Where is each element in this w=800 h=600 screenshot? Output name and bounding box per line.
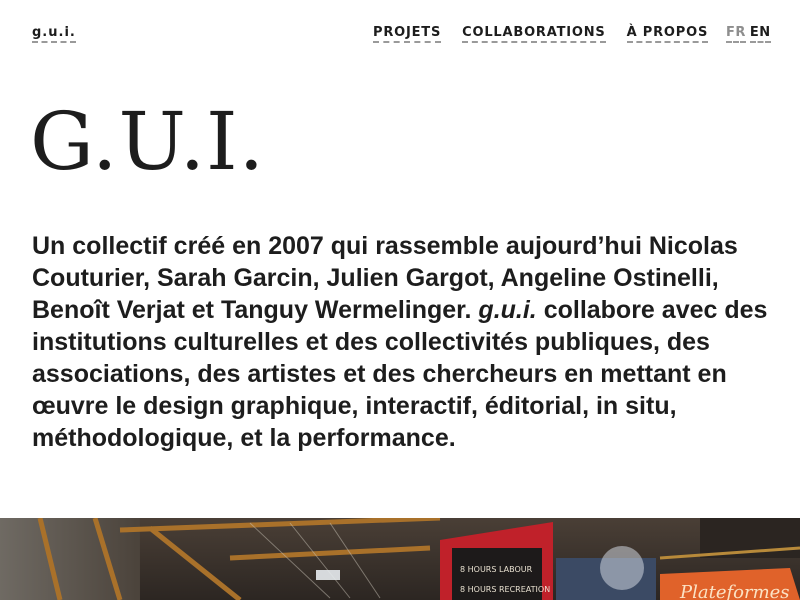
warehouse-photo-illustration: 8 HOURS LABOUR 8 HOURS RECREATION Platef…: [0, 518, 800, 600]
lang-link-en[interactable]: EN: [749, 25, 771, 43]
banner-line-1: 8 HOURS LABOUR: [460, 565, 533, 574]
intro-brand-emphasis: g.u.i.: [478, 296, 537, 324]
page-title: G.U.I.: [30, 95, 266, 188]
photo-skylight: [316, 570, 340, 580]
nav-link-projets[interactable]: PROJETS: [373, 25, 442, 43]
intro-paragraph: Un collectif créé en 2007 qui rassemble …: [32, 230, 772, 454]
top-bar: g.u.i. PROJETS COLLABORATIONS À PROPOS F…: [0, 0, 800, 66]
sign-text: Plateformes: [679, 582, 790, 600]
banner-line-2: 8 HOURS RECREATION: [460, 585, 550, 594]
nav-link-a-propos[interactable]: À PROPOS: [626, 25, 709, 43]
main-nav: PROJETS COLLABORATIONS À PROPOS: [373, 25, 729, 43]
home-link[interactable]: g.u.i.: [32, 25, 76, 43]
language-switcher: FR EN: [726, 25, 775, 43]
photo-left-wall: [0, 518, 140, 600]
hero-photo: 8 HOURS LABOUR 8 HOURS RECREATION Platef…: [0, 518, 800, 600]
nav-link-collaborations[interactable]: COLLABORATIONS: [462, 25, 606, 43]
lang-link-fr[interactable]: FR: [726, 25, 746, 43]
